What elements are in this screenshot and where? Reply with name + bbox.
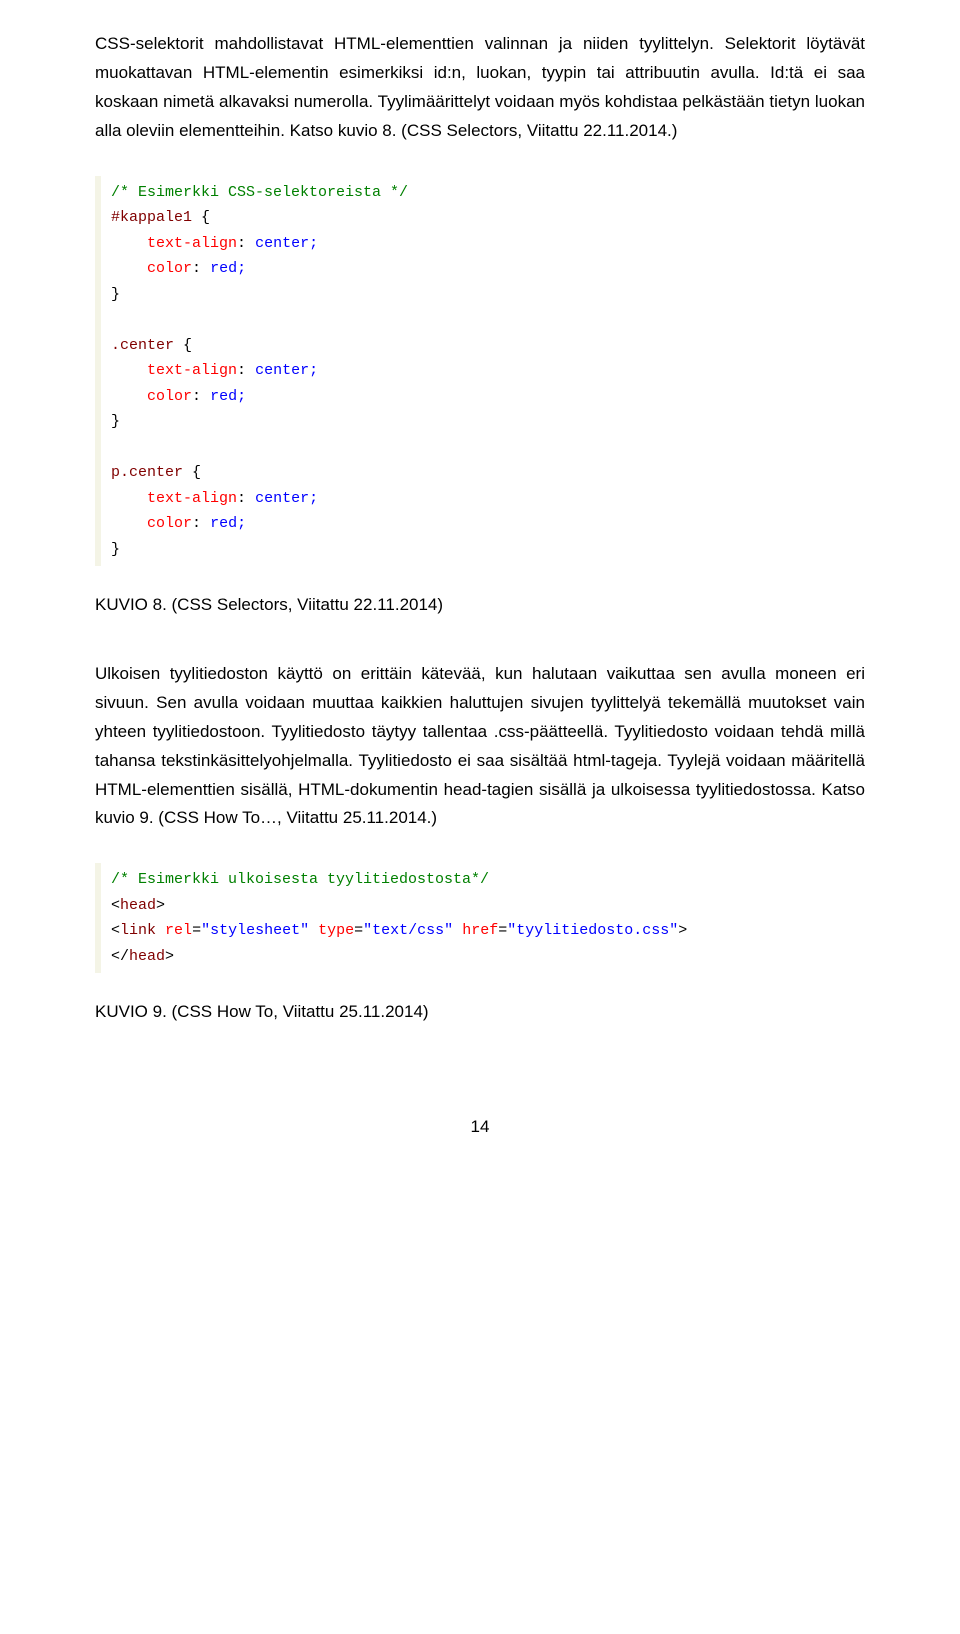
html-attr-val: "text/css" (363, 922, 453, 939)
html-attr-val: "tyylitiedosto.css" (507, 922, 678, 939)
html-tag: head (120, 897, 156, 914)
selector-class: .center (111, 337, 174, 354)
document-page: CSS-selektorit mahdollistavat HTML-eleme… (0, 0, 960, 1177)
css-val: red; (210, 388, 246, 405)
paragraph-2: Ulkoisen tyylitiedoston käyttö on erittä… (95, 660, 865, 833)
code-comment: /* Esimerkki ulkoisesta tyylitiedostosta… (111, 871, 489, 888)
figure-caption-8: KUVIO 8. (CSS Selectors, Viitattu 22.11.… (95, 591, 865, 620)
code-example-css-selectors: /* Esimerkki CSS-selektoreista */ #kappa… (95, 176, 865, 567)
css-prop: color (147, 515, 192, 532)
css-val: center; (255, 235, 318, 252)
html-tag: link (120, 922, 156, 939)
css-prop: text-align (147, 490, 237, 507)
css-prop: color (147, 388, 192, 405)
selector-class: .center (120, 464, 183, 481)
css-prop: color (147, 260, 192, 277)
css-prop: text-align (147, 362, 237, 379)
html-attr-name: type (318, 922, 354, 939)
code-example-external-stylesheet: /* Esimerkki ulkoisesta tyylitiedostosta… (95, 863, 865, 973)
css-val: center; (255, 490, 318, 507)
paragraph-1: CSS-selektorit mahdollistavat HTML-eleme… (95, 30, 865, 146)
html-attr-val: "stylesheet" (201, 922, 309, 939)
selector-element: p (111, 464, 120, 481)
figure-caption-9: KUVIO 9. (CSS How To, Viitattu 25.11.201… (95, 998, 865, 1027)
css-prop: text-align (147, 235, 237, 252)
html-attr-name: href (462, 922, 498, 939)
css-val: center; (255, 362, 318, 379)
css-val: red; (210, 260, 246, 277)
html-attr-name: rel (165, 922, 192, 939)
code-comment: /* Esimerkki CSS-selektoreista */ (111, 184, 408, 201)
html-tag: head (129, 948, 165, 965)
selector-id: #kappale1 (111, 209, 192, 226)
css-val: red; (210, 515, 246, 532)
page-number: 14 (95, 1117, 865, 1137)
